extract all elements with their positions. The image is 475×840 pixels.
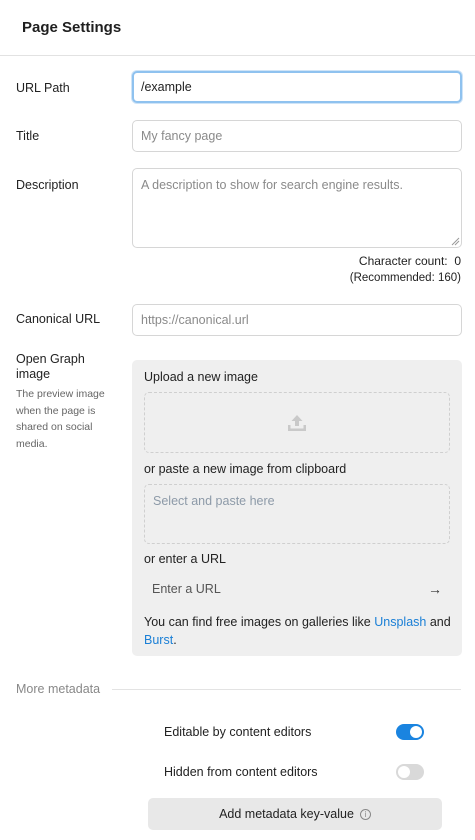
og-url-row: → <box>144 578 450 600</box>
hidden-toggle-row: Hidden from content editors <box>164 764 424 780</box>
description-textarea[interactable] <box>132 168 462 248</box>
editable-toggle-row: Editable by content editors <box>164 724 424 740</box>
url-path-input[interactable] <box>132 71 462 103</box>
toggle-knob <box>398 766 410 778</box>
recommended-count: (Recommended: 160) <box>349 272 461 284</box>
hint-and: and <box>429 615 451 629</box>
title-label: Title <box>16 129 40 143</box>
character-count-value: 0 <box>454 254 461 268</box>
image-gallery-hint: You can find free images on galleries li… <box>144 613 454 649</box>
page-header: Page Settings <box>0 0 475 56</box>
add-metadata-button[interactable]: Add metadata key-value i <box>148 798 442 830</box>
resize-grip-icon[interactable] <box>450 236 460 246</box>
upload-label: Upload a new image <box>144 370 258 384</box>
open-graph-label: Open Graph image <box>16 352 85 381</box>
add-metadata-label: Add metadata key-value <box>219 807 354 821</box>
info-icon: i <box>359 808 371 820</box>
hint-prefix: You can find free images on galleries li… <box>144 615 371 629</box>
arrow-right-icon[interactable]: → <box>428 581 442 597</box>
burst-link[interactable]: Burst <box>144 633 173 647</box>
canonical-url-label: Canonical URL <box>16 312 101 326</box>
hidden-label: Hidden from content editors <box>164 765 318 779</box>
paste-label: or paste a new image from clipboard <box>144 462 347 476</box>
hidden-toggle[interactable] <box>396 764 424 780</box>
editable-label: Editable by content editors <box>164 725 312 739</box>
upload-dropzone[interactable] <box>144 392 450 453</box>
description-label: Description <box>16 178 79 192</box>
hint-suffix: . <box>173 633 177 647</box>
open-graph-description: The preview image when the page is share… <box>16 388 105 450</box>
character-count: Character count: 0 <box>359 254 461 268</box>
editable-toggle[interactable] <box>396 724 424 740</box>
canonical-url-input[interactable] <box>132 304 462 336</box>
upload-icon <box>288 414 306 431</box>
page-title: Page Settings <box>22 19 122 36</box>
title-input[interactable] <box>132 120 462 152</box>
divider-line <box>112 688 461 690</box>
toggle-knob <box>410 726 422 738</box>
unsplash-link[interactable]: Unsplash <box>374 615 426 629</box>
paste-dropzone[interactable]: Select and paste here <box>144 484 450 544</box>
character-count-label: Character count: <box>358 254 448 268</box>
url-path-label: URL Path <box>16 81 70 95</box>
url-option-label: or enter a URL <box>144 552 226 566</box>
more-metadata-divider: More metadata <box>16 682 461 696</box>
open-graph-panel: Upload a new image or paste a new image … <box>132 360 462 656</box>
more-metadata-label: More metadata <box>16 682 101 696</box>
og-url-input[interactable] <box>152 582 412 596</box>
